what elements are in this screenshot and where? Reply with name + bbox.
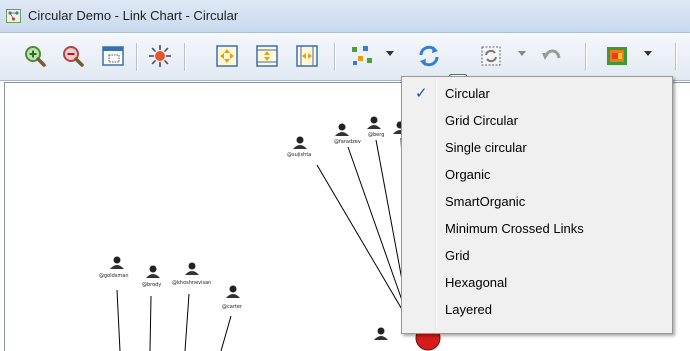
layout-scatter-icon bbox=[352, 46, 372, 65]
expand-vertical-icon bbox=[256, 45, 278, 67]
person-node[interactable]: @sujishta bbox=[287, 136, 311, 159]
layout-refresh-button[interactable] bbox=[414, 41, 444, 71]
node-label: @khoshnevisan bbox=[172, 280, 211, 286]
chart-links bbox=[116, 137, 411, 351]
menu-item-label: Hexagonal bbox=[445, 275, 508, 290]
link bbox=[149, 295, 152, 351]
node-label: @berg bbox=[368, 132, 384, 138]
person-node[interactable]: @brody bbox=[142, 265, 161, 289]
node-label: @sujishta bbox=[287, 152, 311, 158]
layout-refresh-icon bbox=[419, 45, 439, 67]
menu-item-label: Single circular bbox=[445, 140, 527, 155]
menu-item-label: SmartOrganic bbox=[445, 194, 526, 209]
toolbar-separator bbox=[334, 43, 336, 71]
person-node[interactable]: @carter bbox=[222, 285, 243, 311]
window-title: Circular Demo - Link Chart - Circular bbox=[28, 8, 239, 23]
menu-item-label: Layered bbox=[445, 302, 492, 317]
zoom-in-icon bbox=[25, 46, 46, 67]
link bbox=[316, 164, 411, 324]
person-node[interactable] bbox=[374, 327, 388, 341]
person-node[interactable]: @goldsman bbox=[99, 256, 129, 280]
node-label: @carter bbox=[222, 304, 243, 310]
menu-item-grid[interactable]: Grid bbox=[402, 242, 672, 269]
node-label: @brody bbox=[142, 282, 161, 288]
link bbox=[220, 315, 232, 351]
fit-window-button[interactable] bbox=[98, 41, 128, 71]
zoom-out-button[interactable] bbox=[58, 41, 88, 71]
toolbar-separator bbox=[184, 43, 186, 71]
incremental-layout-button[interactable] bbox=[476, 41, 506, 71]
expand-horizontal-button[interactable] bbox=[292, 41, 322, 71]
expand-horizontal-icon bbox=[296, 45, 318, 67]
chevron-down-icon[interactable] bbox=[644, 51, 652, 56]
expand-all-button[interactable] bbox=[212, 41, 242, 71]
color-palette-icon bbox=[607, 47, 627, 65]
menu-item-organic[interactable]: Organic bbox=[402, 161, 672, 188]
layout-dropdown-menu: ✓ Circular Grid Circular Single circular… bbox=[401, 76, 673, 334]
link bbox=[116, 289, 121, 351]
expand-vertical-button[interactable] bbox=[252, 41, 282, 71]
fit-window-icon bbox=[102, 46, 124, 66]
highlight-button[interactable] bbox=[145, 41, 175, 71]
menu-item-label: Circular bbox=[445, 86, 490, 101]
menu-item-label: Minimum Crossed Links bbox=[445, 221, 584, 236]
highlight-icon bbox=[149, 45, 171, 67]
person-node[interactable]: @faradzev bbox=[334, 123, 361, 146]
toolbar-separator bbox=[136, 43, 138, 71]
chevron-down-icon[interactable] bbox=[518, 51, 526, 56]
zoom-in-button[interactable] bbox=[20, 41, 50, 71]
title-bar: Circular Demo - Link Chart - Circular bbox=[0, 0, 690, 33]
menu-item-smartorganic[interactable]: SmartOrganic bbox=[402, 188, 672, 215]
menu-item-grid-circular[interactable]: Grid Circular bbox=[402, 107, 672, 134]
menu-item-label: Grid bbox=[445, 248, 470, 263]
checkmark-icon: ✓ bbox=[415, 85, 428, 102]
menu-item-label: Grid Circular bbox=[445, 113, 518, 128]
person-node[interactable]: @khoshnevisan bbox=[172, 262, 211, 287]
layout-scatter-button[interactable] bbox=[347, 41, 377, 71]
chevron-down-icon[interactable] bbox=[386, 51, 394, 56]
color-palette-button[interactable] bbox=[602, 41, 632, 71]
menu-item-circular[interactable]: ✓ Circular bbox=[402, 80, 672, 107]
menu-item-label: Organic bbox=[445, 167, 491, 182]
toolbar bbox=[0, 33, 690, 102]
menu-item-layered[interactable]: Layered bbox=[402, 296, 672, 323]
node-label: @faradzev bbox=[334, 139, 361, 145]
incremental-layout-icon bbox=[481, 46, 501, 66]
undo-icon bbox=[542, 49, 561, 60]
toolbar-separator bbox=[585, 43, 587, 71]
undo-button[interactable] bbox=[537, 41, 567, 71]
app-icon bbox=[6, 9, 21, 23]
menu-item-minimum-crossed-links[interactable]: Minimum Crossed Links bbox=[402, 215, 672, 242]
expand-all-icon bbox=[216, 45, 238, 67]
menu-item-single-circular[interactable]: Single circular bbox=[402, 134, 672, 161]
toolbar-separator bbox=[675, 43, 677, 71]
node-label: @goldsman bbox=[99, 273, 129, 279]
menu-item-hexagonal[interactable]: Hexagonal bbox=[402, 269, 672, 296]
link bbox=[184, 293, 190, 351]
zoom-out-icon bbox=[63, 46, 84, 67]
person-node[interactable]: @berg bbox=[367, 116, 384, 139]
